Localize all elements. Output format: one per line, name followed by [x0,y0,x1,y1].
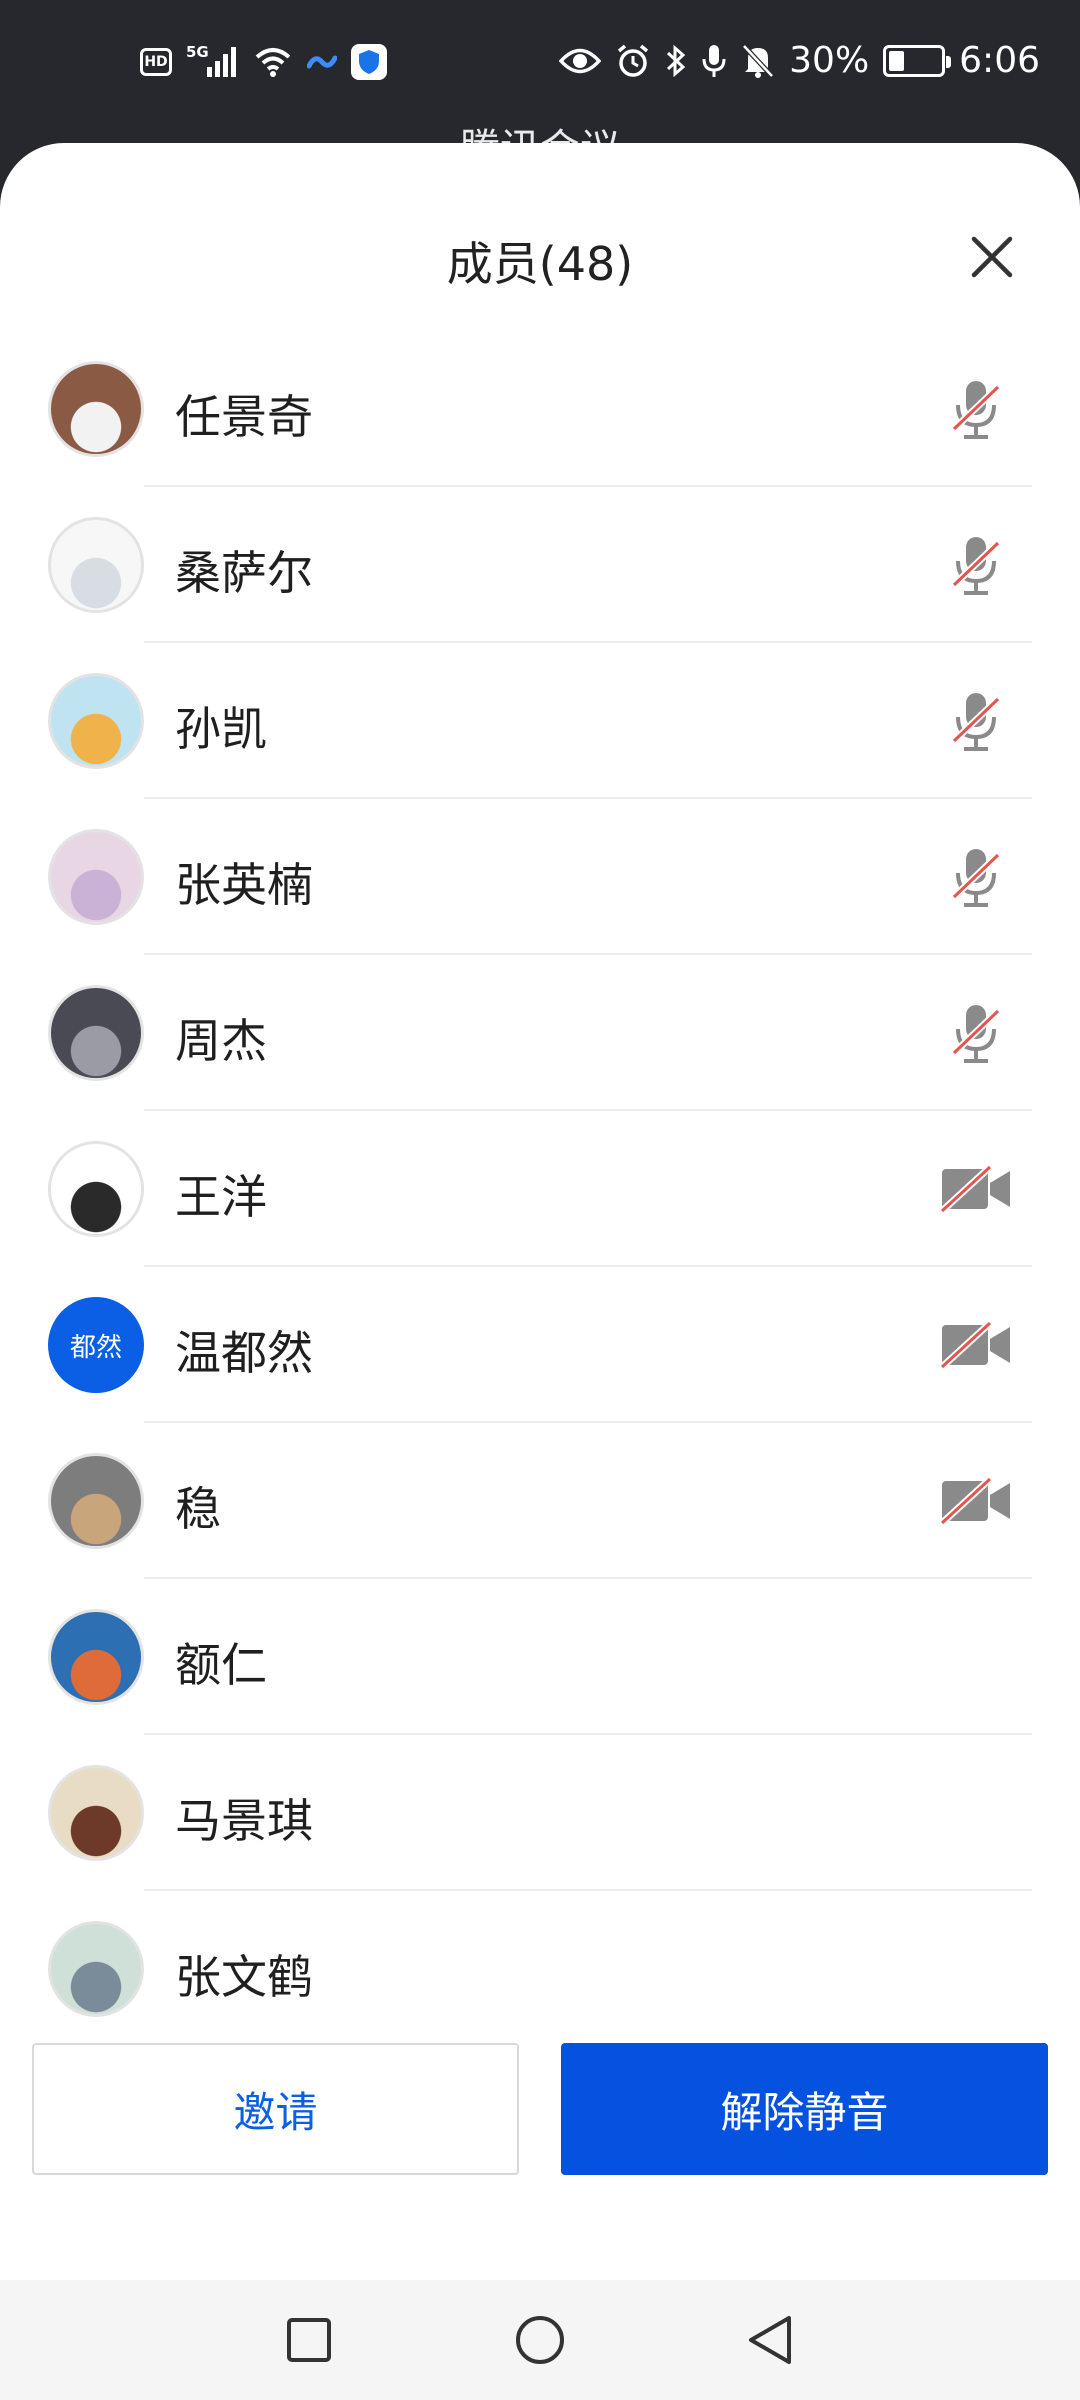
camera-off-icon [940,1477,1010,1525]
mic-muted-status [940,1001,1012,1065]
wifi-icon [253,45,293,79]
member-name: 马景琪 [175,1794,313,1848]
battery-icon [883,44,952,77]
status-bar: HD 5G 30% 6:06 [0,0,1080,135]
network-type-label: 5G [186,43,209,61]
member-name: 桑萨尔 [175,546,313,600]
recent-apps-icon [287,2318,331,2362]
member-row[interactable]: 桑萨尔 [0,487,1080,643]
member-list: 任景奇桑萨尔孙凯张英楠周杰王洋都然 温都然稳额仁马景琪张文鹤 [0,331,1080,2047]
battery-percent: 30% [789,40,870,81]
avatar [48,1609,144,1705]
home-icon [516,2316,564,2364]
recent-apps-button[interactable] [277,2308,341,2372]
eye-icon [559,46,602,76]
mic-muted-status [940,377,1012,441]
mic-muted-status [940,689,1012,753]
status-right: 30% 6:06 [559,40,1040,81]
avatar [48,517,144,613]
battery-level [889,50,905,71]
member-row[interactable]: 马景琪 [0,1735,1080,1891]
clock: 6:06 [959,40,1040,81]
member-row[interactable]: 王洋 [0,1111,1080,1267]
mic-muted-icon [951,381,1001,439]
avatar [48,985,144,1081]
home-button[interactable] [508,2308,572,2372]
member-name: 任景奇 [175,390,313,444]
shield-icon [350,44,387,80]
member-name: 温都然 [175,1326,313,1380]
camera-off-status [940,1469,1012,1533]
member-name: 张文鹤 [175,1950,313,2004]
mic-muted-icon [951,849,1001,907]
member-row[interactable]: 张英楠 [0,799,1080,955]
avatar [48,1765,144,1861]
avatar [48,1453,144,1549]
sheet-title: 成员(48) [446,237,634,291]
member-name: 稳 [175,1482,221,1536]
camera-off-status [940,1313,1012,1377]
mic-muted-status [940,845,1012,909]
mic-icon [701,43,727,79]
camera-off-status [940,1157,1012,1221]
avatar [48,829,144,925]
navigation-bar [0,2280,1080,2400]
member-row[interactable]: 周杰 [0,955,1080,1111]
mute-bell-icon [741,43,775,79]
member-name: 张英楠 [175,858,313,912]
mic-muted-icon [951,693,1001,751]
member-row[interactable]: 张文鹤 [0,1891,1080,2047]
close-icon [971,236,1013,278]
avatar [48,1141,144,1237]
avatar [48,673,144,769]
avatar-text: 都然 [69,1332,122,1363]
member-row[interactable]: 额仁 [0,1579,1080,1735]
member-name: 周杰 [175,1014,267,1068]
alarm-icon [615,43,651,79]
avatar [48,361,144,457]
back-icon [749,2316,791,2364]
member-row[interactable]: 孙凯 [0,643,1080,799]
mic-muted-status [940,533,1012,597]
avatar [48,1921,144,2017]
app-logo-icon [306,52,337,72]
member-row[interactable]: 都然 温都然 [0,1267,1080,1423]
member-row[interactable]: 任景奇 [0,331,1080,487]
mic-muted-icon [951,537,1001,595]
signal-5g-icon: 5G [186,43,239,79]
invite-button[interactable]: 邀请 [32,2043,519,2175]
action-bar: 邀请 解除静音 [0,2043,1080,2183]
status-left: HD 5G [140,43,387,80]
unmute-button[interactable]: 解除静音 [561,2043,1048,2175]
member-row[interactable]: 稳 [0,1423,1080,1579]
camera-off-icon [940,1165,1010,1213]
bluetooth-icon [665,43,687,79]
member-name: 额仁 [175,1638,267,1692]
camera-off-icon [940,1321,1010,1369]
members-sheet: 成员(48) 任景奇桑萨尔孙凯张英楠周杰王洋都然 温都然稳额仁马景琪张文鹤 邀请 … [0,143,1080,2400]
close-button[interactable] [966,231,1018,283]
member-name: 王洋 [175,1170,267,1224]
mic-muted-icon [951,1005,1001,1063]
member-name: 孙凯 [175,702,267,756]
avatar: 都然 [48,1297,144,1393]
back-button[interactable] [738,2308,802,2372]
hd-icon: HD [140,48,172,76]
